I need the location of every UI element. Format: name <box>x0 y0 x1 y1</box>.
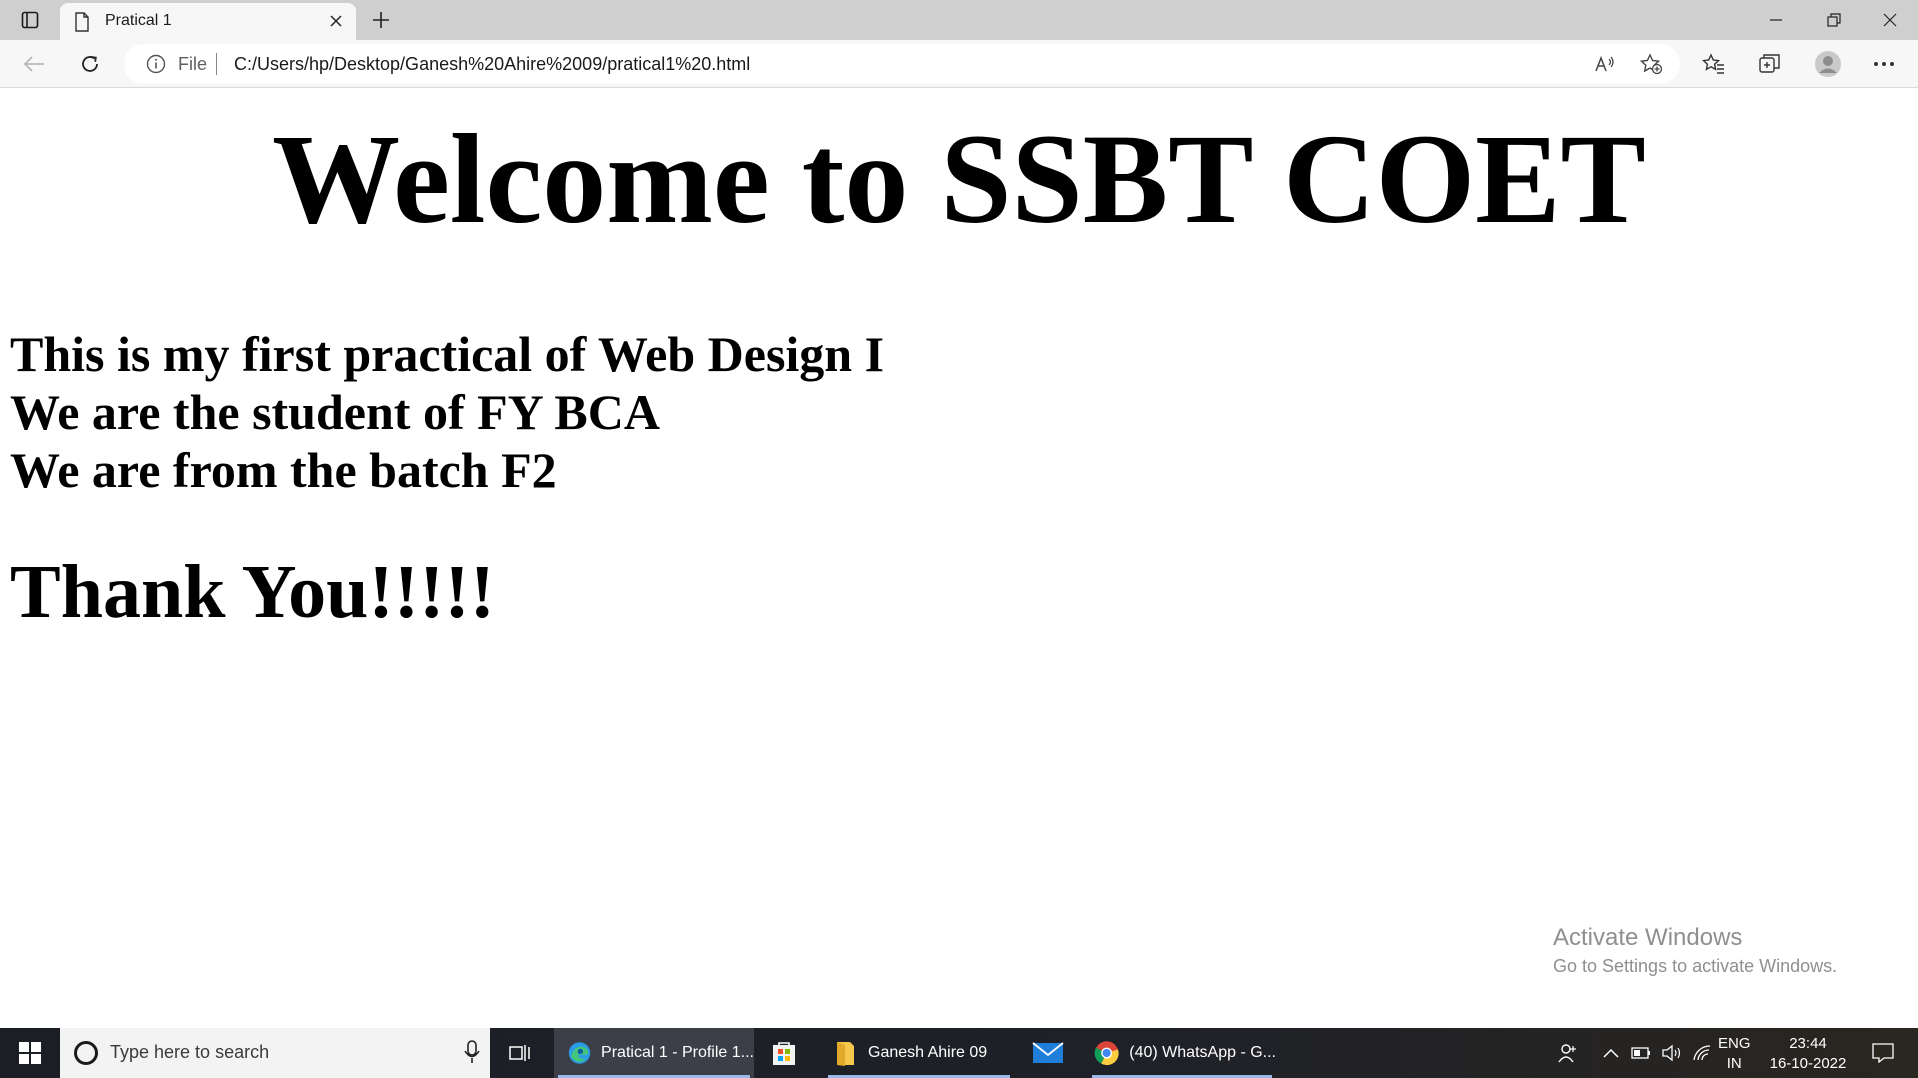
clock[interactable]: 23:44 16-10-2022 <box>1764 1034 1852 1074</box>
intro-line: This is my first practical of Web Design… <box>10 326 885 382</box>
file-icon <box>75 12 89 32</box>
start-button[interactable] <box>0 1028 60 1078</box>
star-add-icon <box>1639 53 1663 75</box>
chevron-up-icon <box>1603 1048 1619 1058</box>
taskbar-app-explorer[interactable]: Ganesh Ahire 09 <box>824 1028 1014 1078</box>
task-view-button[interactable] <box>502 1038 538 1068</box>
clock-time: 23:44 <box>1789 1035 1827 1052</box>
volume-button[interactable] <box>1658 1028 1686 1078</box>
tab-title: Pratical 1 <box>105 12 172 29</box>
cortana-icon <box>74 1041 98 1065</box>
refresh-icon <box>82 56 98 72</box>
tab-actions-button[interactable] <box>14 6 46 34</box>
page-content: Welcome to SSBT COET This is my first pr… <box>0 89 1918 1028</box>
clock-date: 16-10-2022 <box>1769 1055 1847 1072</box>
watermark-title: Activate Windows <box>1553 924 1743 951</box>
close-icon <box>1883 13 1897 27</box>
taskbar-app-label: (40) WhatsApp - G... <box>1129 1044 1276 1061</box>
edge-icon <box>568 1042 591 1064</box>
back-button[interactable] <box>16 48 52 80</box>
taskbar-app-mail[interactable] <box>1026 1028 1070 1078</box>
intro-line: We are the student of FY BCA <box>10 384 660 440</box>
mail-icon <box>1032 1042 1064 1063</box>
info-icon[interactable] <box>146 54 166 74</box>
collections-button[interactable] <box>1752 48 1788 80</box>
thank-you-text: Thank You!!!!! <box>10 550 495 634</box>
back-arrow-icon <box>23 56 44 72</box>
taskbar-app-label: Pratical 1 - Profile 1... <box>601 1044 754 1061</box>
store-icon <box>773 1042 795 1065</box>
tab-pratical-1[interactable]: Pratical 1 <box>60 3 356 40</box>
restore-button[interactable] <box>1806 0 1862 40</box>
close-icon <box>330 15 342 27</box>
region-code: IN <box>1726 1055 1742 1072</box>
read-aloud-icon <box>1595 55 1614 72</box>
new-tab-button[interactable] <box>366 6 396 34</box>
language-code: ENG <box>1718 1035 1751 1052</box>
search-placeholder: Type here to search <box>110 1042 270 1062</box>
people-icon <box>1558 1044 1576 1063</box>
window-close-button[interactable] <box>1862 0 1918 40</box>
people-button[interactable] <box>1552 1028 1586 1078</box>
speaker-icon <box>1662 1044 1681 1062</box>
minimize-icon <box>1770 19 1782 21</box>
more-icon <box>1874 62 1894 66</box>
add-favorite-button[interactable] <box>1636 50 1666 78</box>
chrome-icon <box>1094 1041 1119 1066</box>
collections-icon <box>1759 54 1780 73</box>
browser-window: Pratical 1 File C:/Users/hp/Desktop/Gane… <box>0 0 1918 1078</box>
minimize-button[interactable] <box>1748 0 1804 40</box>
activate-windows-watermark: Activate Windows Go to Settings to activ… <box>1553 924 1837 977</box>
tab-close-button[interactable] <box>326 11 346 31</box>
address-scheme-label: File <box>178 54 208 74</box>
action-center-button[interactable] <box>1866 1038 1900 1068</box>
input-language[interactable]: ENG IN <box>1718 1034 1751 1074</box>
plus-icon <box>373 12 389 28</box>
show-hidden-icons-button[interactable] <box>1598 1028 1624 1078</box>
notification-icon <box>1872 1043 1894 1063</box>
battery-button[interactable] <box>1628 1028 1654 1078</box>
page-heading: Welcome to SSBT COET <box>272 108 1646 250</box>
favorites-icon <box>1702 53 1724 74</box>
folder-icon <box>837 1042 854 1066</box>
tab-actions-icon <box>21 11 39 29</box>
address-separator <box>216 53 217 75</box>
taskbar-app-store[interactable] <box>762 1028 806 1078</box>
battery-icon <box>1631 1047 1650 1059</box>
windows-logo-icon <box>19 1042 41 1064</box>
wifi-icon <box>1693 1045 1711 1061</box>
intro-lines: This is my first practical of Web Design… <box>10 325 884 499</box>
intro-line: We are from the batch F2 <box>10 442 557 498</box>
browser-toolbar: File C:/Users/hp/Desktop/Ganesh%20Ahire%… <box>0 40 1918 88</box>
profile-button[interactable] <box>1810 48 1846 80</box>
taskbar-search[interactable]: Type here to search <box>60 1028 490 1078</box>
taskbar-app-edge[interactable]: Pratical 1 - Profile 1... <box>554 1028 754 1078</box>
address-bar[interactable]: File C:/Users/hp/Desktop/Ganesh%20Ahire%… <box>124 44 1680 84</box>
address-url[interactable]: C:/Users/hp/Desktop/Ganesh%20Ahire%2009/… <box>234 54 750 75</box>
microphone-icon[interactable] <box>464 1040 480 1064</box>
refresh-button[interactable] <box>72 48 108 80</box>
tab-strip: Pratical 1 <box>0 0 1918 40</box>
favorites-button[interactable] <box>1696 48 1732 80</box>
taskbar-app-chrome[interactable]: (40) WhatsApp - G... <box>1088 1028 1276 1078</box>
taskbar: Type here to search Pratical 1 - Profile… <box>0 1028 1918 1078</box>
watermark-subtitle: Go to Settings to activate Windows. <box>1553 956 1838 976</box>
taskbar-app-label: Ganesh Ahire 09 <box>868 1044 988 1061</box>
task-view-icon <box>509 1045 530 1061</box>
network-button[interactable] <box>1688 1028 1716 1078</box>
more-button[interactable] <box>1866 48 1902 80</box>
read-aloud-button[interactable] <box>1590 50 1620 78</box>
restore-icon <box>1827 13 1841 27</box>
avatar-icon <box>1815 51 1841 77</box>
